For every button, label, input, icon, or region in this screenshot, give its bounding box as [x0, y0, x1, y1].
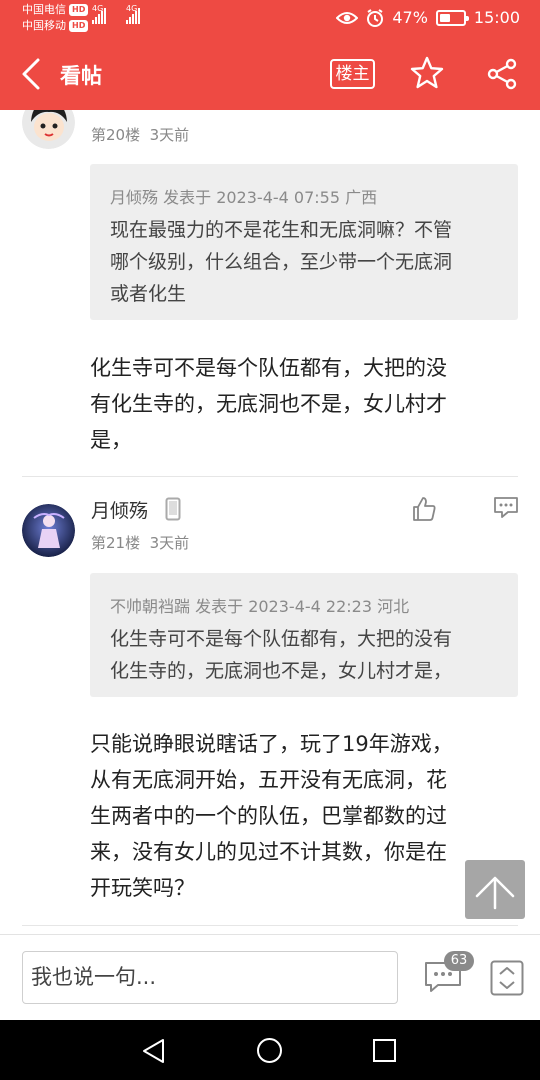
quote-header: 不帅朝裆踹 发表于 2023-4-4 22:23 河北	[110, 597, 410, 616]
carrier-1: 中国电信	[22, 3, 66, 16]
comment-count-badge: 63	[444, 951, 474, 971]
only-owner-button[interactable]: 楼主	[330, 59, 375, 89]
floor-meta: 第20楼 3天前	[91, 126, 190, 144]
quote-body: 现在最强力的不是花生和无底洞嘛？不管 哪个级别，什么组合，至少带一个无底洞 或者…	[110, 219, 453, 305]
floor-meta: 第21楼 3天前	[91, 534, 190, 552]
page-scroll-icon[interactable]	[490, 960, 524, 996]
avatar[interactable]	[22, 504, 75, 557]
nav-home-icon[interactable]	[256, 1037, 283, 1064]
quote-box: 不帅朝裆踹 发表于 2023-4-4 22:23 河北 化生寺可不是每个队伍都有…	[90, 573, 518, 697]
nav-recent-apps-icon[interactable]	[372, 1038, 397, 1063]
status-bar: 中国电信 HD 中国移动 HD 4G 4G 47% 15:00	[0, 0, 540, 38]
clock: 15:00	[473, 8, 520, 27]
comment-icon[interactable]	[493, 496, 519, 520]
hd-badge: HD	[69, 20, 89, 32]
nav-back-icon[interactable]	[141, 1038, 167, 1064]
signal-icon: 4G	[92, 4, 106, 24]
like-icon[interactable]	[411, 496, 437, 522]
quote-body: 化生寺可不是每个队伍都有，大把的没有 化生寺的，无底洞也不是，女儿村才是，	[110, 628, 453, 682]
phone-device-icon	[165, 497, 181, 521]
quote-header: 月倾殇 发表于 2023-4-4 07:55 广西	[110, 188, 378, 207]
signal-icon: 4G	[126, 4, 140, 24]
share-icon[interactable]	[486, 58, 518, 90]
reply-input[interactable]: 我也说一句...	[22, 951, 398, 1004]
reply-body: 化生寺可不是每个队伍都有，大把的没 有化生寺的，无底洞也不是，女儿村才 是，	[90, 356, 447, 452]
author-name[interactable]: 月倾殇	[91, 496, 148, 523]
divider	[22, 925, 518, 926]
carrier-2: 中国移动	[22, 19, 66, 32]
divider	[22, 476, 518, 477]
thread-content[interactable]: 第20楼 3天前 月倾殇 发表于 2023-4-4 07:55 广西 现在最强力…	[0, 110, 540, 934]
battery-icon	[435, 9, 469, 26]
alarm-icon	[367, 8, 384, 27]
scroll-to-top-button[interactable]	[465, 860, 525, 919]
avatar[interactable]	[22, 110, 75, 149]
system-nav-bar	[0, 1020, 540, 1080]
bottom-bar: 我也说一句... 63	[0, 934, 540, 1020]
title-bar: 看帖 楼主	[0, 38, 540, 110]
battery-percent: 47%	[392, 8, 428, 27]
eye-icon	[336, 11, 359, 24]
quote-box: 月倾殇 发表于 2023-4-4 07:55 广西 现在最强力的不是花生和无底洞…	[90, 164, 518, 320]
hd-badge: HD	[69, 4, 89, 16]
back-arrow-icon[interactable]	[18, 56, 46, 92]
reply-body: 只能说睁眼说瞎话了，玩了19年游戏， 从有无底洞开始，五开没有无底洞，花 生两者…	[90, 732, 453, 900]
status-right: 47% 15:00	[336, 8, 520, 27]
scroll-to-top-icon	[475, 876, 515, 910]
star-icon[interactable]	[410, 56, 444, 90]
carrier-info: 中国电信 HD 中国移动 HD	[22, 2, 89, 34]
page-title: 看帖	[60, 64, 102, 88]
